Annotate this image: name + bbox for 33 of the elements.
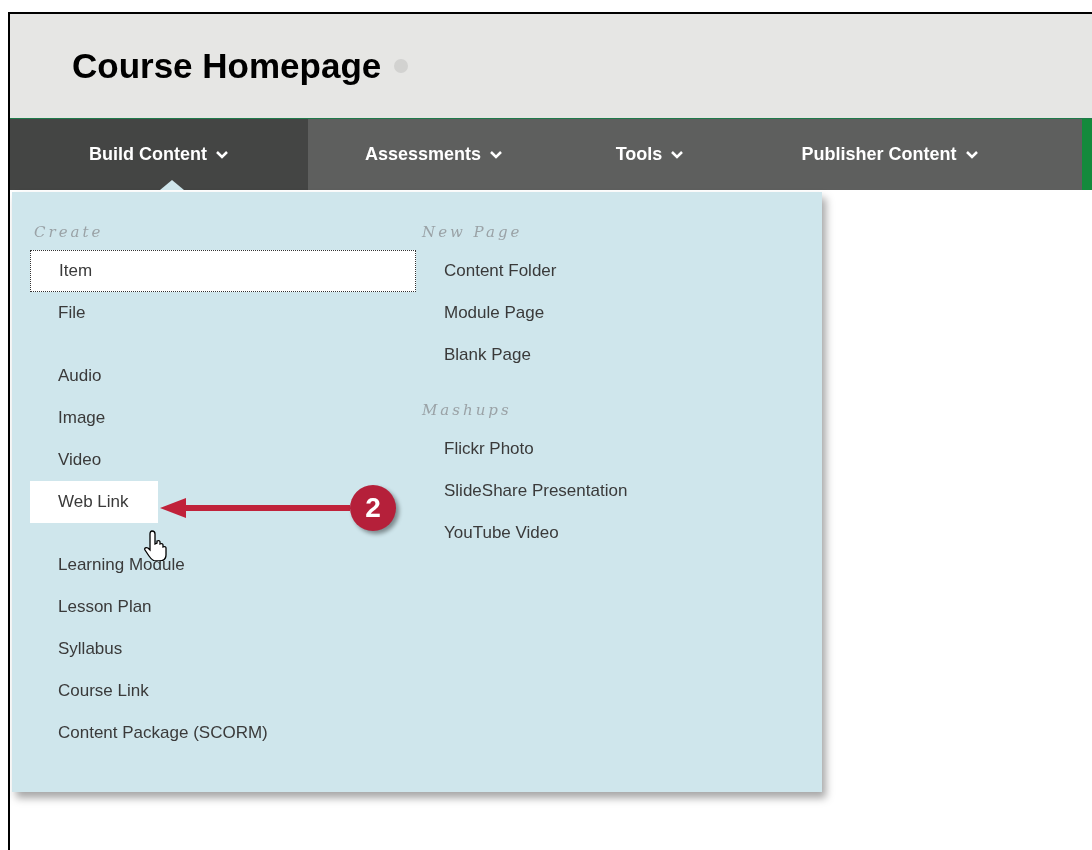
- nav-tab[interactable]: Build Content: [10, 119, 308, 190]
- step-badge: 2: [350, 485, 396, 531]
- chevron-down-icon: [670, 149, 685, 160]
- menu-item[interactable]: Image: [30, 397, 416, 439]
- section-heading: Mashups: [421, 399, 513, 421]
- menu-item[interactable]: YouTube Video: [416, 512, 802, 554]
- menu-item[interactable]: Content Folder: [416, 250, 802, 292]
- pointer-notch-icon: [160, 180, 184, 190]
- chevron-down-icon: [964, 149, 979, 160]
- menu-item[interactable]: Web Link: [30, 481, 158, 523]
- section-heading: New Page: [420, 221, 524, 243]
- menu-item[interactable]: Content Package (SCORM): [30, 712, 416, 754]
- chevron-down-icon: [489, 149, 504, 160]
- section-heading: Create: [33, 221, 105, 243]
- menu-item[interactable]: Audio: [30, 355, 416, 397]
- menu-item[interactable]: SlideShare Presentation: [416, 470, 802, 512]
- menu-item[interactable]: Module Page: [416, 292, 802, 334]
- nav-tab[interactable]: Tools: [560, 119, 740, 190]
- menu-item[interactable]: Syllabus: [30, 628, 416, 670]
- menu-item[interactable]: File: [30, 292, 416, 334]
- menu-item[interactable]: Learning Module: [30, 544, 416, 586]
- menu-item[interactable]: Item: [30, 250, 416, 292]
- arrow-icon: [160, 497, 350, 519]
- nav-tab[interactable]: Publisher Content: [740, 119, 1040, 190]
- menu-item[interactable]: Blank Page: [416, 334, 802, 376]
- menu-item[interactable]: Course Link: [30, 670, 416, 712]
- nav-tab[interactable]: Assessments: [308, 119, 560, 190]
- menu-item[interactable]: Video: [30, 439, 416, 481]
- accent-strip: [1082, 119, 1092, 190]
- menu-item[interactable]: Lesson Plan: [30, 586, 416, 628]
- page-title: Course Homepage: [72, 44, 382, 87]
- menu-item[interactable]: Flickr Photo: [416, 428, 802, 470]
- chevron-down-icon: [215, 149, 229, 160]
